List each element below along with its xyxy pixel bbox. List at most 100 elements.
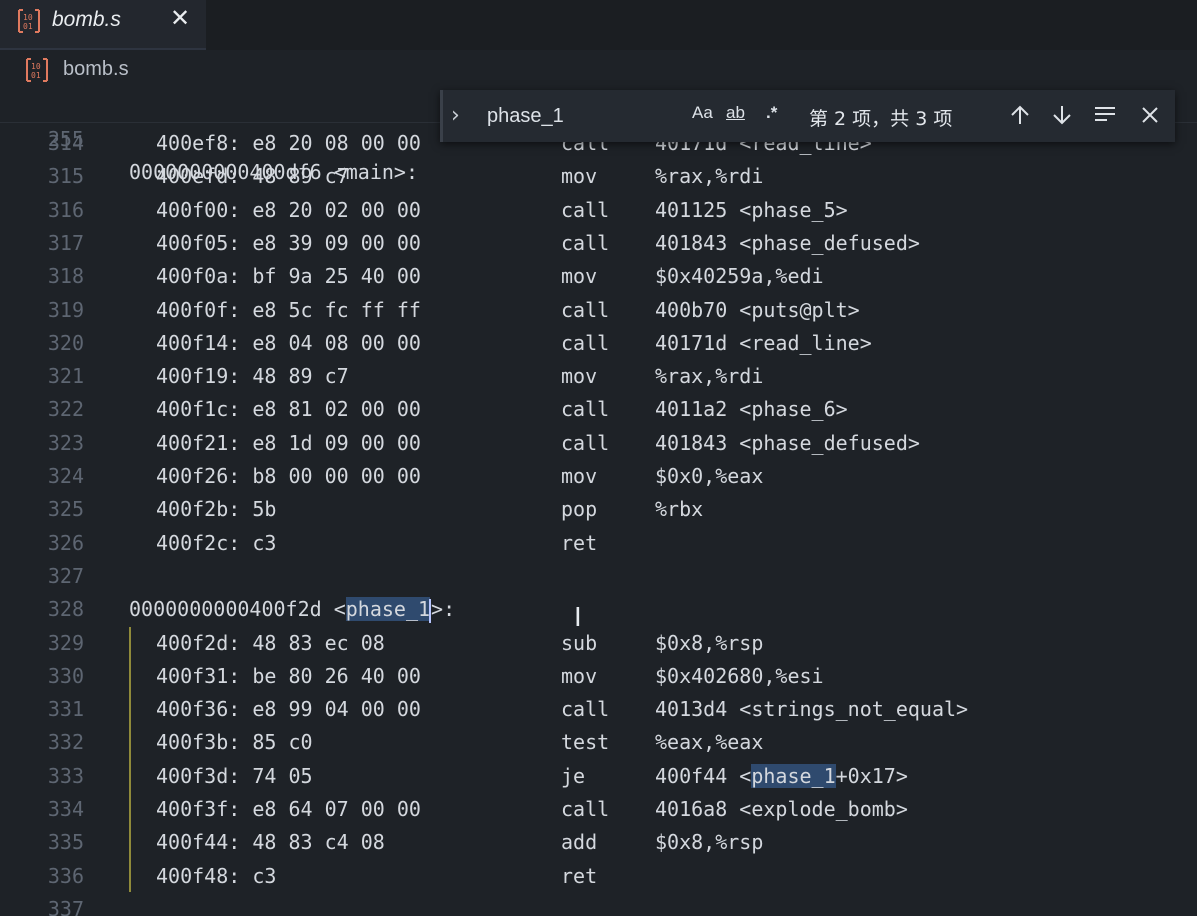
instruction-bytes: 400f2b: 5b (156, 497, 277, 522)
instruction-mnemonic: ret (561, 530, 598, 555)
instruction-bytes: 400f21: e8 1d 09 00 00 (156, 430, 421, 455)
instruction-mnemonic: call (561, 330, 610, 355)
text-cursor-icon: I (574, 603, 582, 633)
instruction-operand: 401125 <phase_5> (655, 197, 848, 222)
line-number: 327 (47, 563, 84, 588)
code-line: 323 400f21: e8 1d 09 00 00 call 401843 <pha… (0, 427, 1197, 460)
line-number: 328 (47, 597, 84, 622)
code-line: 334 400f3f: e8 64 07 00 00 call 4016a8 <exp… (0, 793, 1197, 826)
instruction-mnemonic: call (561, 430, 610, 455)
line-number: 326 (47, 530, 84, 555)
instruction-operand: $0x8,%rsp (655, 630, 764, 655)
code-line: 337 (0, 893, 1197, 916)
instruction-operand: 4013d4 <strings_not_equal> (655, 697, 969, 722)
function-label: 0000000000400f2d <phase_1>: (129, 597, 456, 623)
instruction-operand: $0x0,%eax (655, 464, 764, 488)
match-case-toggle[interactable]: Aa (692, 103, 713, 123)
instruction-bytes: 400f00: e8 20 02 00 00 (156, 197, 421, 222)
line-number: 330 (47, 663, 84, 688)
tab-bar: 10 01 bomb.s ✕ (0, 0, 1197, 50)
code-line: 329 400f2d: 48 83 ec 08 sub $0x8,%rsp (0, 627, 1197, 660)
svg-text:01: 01 (31, 71, 41, 80)
line-number: 321 (47, 364, 84, 389)
breadcrumb-file[interactable]: bomb.s (63, 58, 129, 81)
instruction-bytes: 400f3f: e8 64 07 00 00 (156, 797, 421, 821)
instruction-operand: 400f44 <phase_1+0x17> (655, 763, 908, 788)
line-number: 329 (47, 630, 84, 655)
code-line: 324 400f26: b8 00 00 00 00 mov $0x0,%eax (0, 460, 1197, 493)
code-editor[interactable]: 314 400ef8: e8 20 08 00 00 call 40171d <rea… (0, 90, 1197, 916)
instruction-mnemonic: test (561, 730, 610, 755)
instruction-operand: 401843 <phase_defused> (655, 430, 920, 455)
instruction-operand: $0x40259a,%edi (655, 264, 824, 289)
line-number: 324 (47, 464, 84, 488)
line-number: 337 (47, 896, 84, 916)
close-icon[interactable]: ✕ (170, 4, 190, 32)
instruction-operand: 40171d <read_line> (655, 330, 872, 355)
code-line: 316 400f00: e8 20 02 00 00 call 401125 <pha… (0, 194, 1197, 227)
code-line: 331 400f36: e8 99 04 00 00 call 4013d4 <str… (0, 693, 1197, 726)
instruction-bytes: 400f48: c3 (156, 863, 277, 888)
find-input[interactable] (477, 98, 797, 134)
instruction-mnemonic: je (561, 763, 586, 788)
instruction-mnemonic: call (561, 197, 610, 222)
line-number: 322 (47, 397, 84, 422)
instruction-bytes: 400f05: e8 39 09 00 00 (156, 230, 421, 255)
instruction-operand: %eax,%eax (655, 730, 764, 755)
code-line: 321 400f19: 48 89 c7 mov %rax,%rdi (0, 360, 1197, 393)
code-text: 0000000000400df6 <main>: (129, 160, 418, 184)
code-line: 320 400f14: e8 04 08 00 00 call 40171d <rea… (0, 327, 1197, 360)
instruction-operand: $0x8,%rsp (655, 830, 764, 855)
instruction-mnemonic: add (561, 830, 598, 855)
line-number: 335 (47, 830, 84, 855)
code-line: 318 400f0a: bf 9a 25 40 00 mov $0x40259a,%e… (0, 260, 1197, 293)
line-number: 255 (47, 127, 84, 151)
instruction-bytes: 400f0f: e8 5c fc ff ff (156, 297, 421, 322)
code-line: 325 400f2b: 5b pop %rbx (0, 493, 1197, 526)
code-line: 322 400f1c: e8 81 02 00 00 call 4011a2 <pha… (0, 393, 1197, 426)
instruction-operand: %rax,%rdi (655, 164, 764, 189)
search-match: phase_1 (751, 763, 836, 788)
line-number: 325 (47, 497, 84, 522)
code-line: 327 (0, 560, 1197, 593)
line-number: 319 (47, 297, 84, 322)
code-line: 317 400f05: e8 39 09 00 00 call 401843 <pha… (0, 227, 1197, 260)
instruction-operand: $0x402680,%esi (655, 663, 824, 688)
instruction-operand: 401843 <phase_defused> (655, 230, 920, 255)
svg-text:01: 01 (23, 22, 33, 31)
instruction-operand: %rbx (655, 497, 704, 522)
instruction-bytes: 400f0a: bf 9a 25 40 00 (156, 264, 421, 289)
code-line: 328 0000000000400f2d <phase_1>: (0, 593, 1197, 626)
close-icon[interactable] (1133, 98, 1167, 132)
code-line: 330 400f31: be 80 26 40 00 mov $0x402680,%e… (0, 660, 1197, 693)
instruction-operand: 4016a8 <explode_bomb> (655, 797, 908, 821)
instruction-bytes: 400f36: e8 99 04 00 00 (156, 697, 421, 722)
chevron-right-icon[interactable]: › (451, 103, 460, 128)
text-cursor (429, 598, 432, 623)
line-number: 320 (47, 330, 84, 355)
tab-bomb-s[interactable]: 10 01 bomb.s ✕ (0, 0, 206, 50)
arrow-down-icon[interactable] (1045, 98, 1079, 132)
svg-text:10: 10 (31, 62, 41, 71)
instruction-mnemonic: call (561, 397, 610, 422)
code-line: 326 400f2c: c3 ret (0, 527, 1197, 560)
instruction-mnemonic: ret (561, 863, 598, 888)
indent-guide (129, 627, 131, 892)
instruction-mnemonic: mov (561, 364, 598, 389)
whole-word-toggle[interactable]: ab (726, 103, 745, 123)
binary-file-icon: 10 01 (24, 57, 50, 87)
code-line: 335 400f44: 48 83 c4 08 add $0x8,%rsp (0, 826, 1197, 859)
search-match-current: phase_1 (345, 597, 431, 622)
line-number: 318 (47, 264, 84, 289)
instruction-bytes: 400f19: 48 89 c7 (156, 364, 349, 389)
find-in-selection-icon[interactable] (1088, 98, 1122, 132)
regex-toggle[interactable]: .* (766, 103, 777, 123)
line-number: 317 (47, 230, 84, 255)
instruction-bytes: 400f26: b8 00 00 00 00 (156, 464, 421, 488)
match-count: 第 2 项，共 3 项 (809, 108, 953, 130)
line-number: 334 (47, 797, 84, 821)
line-number: 333 (47, 763, 84, 788)
instruction-mnemonic: call (561, 697, 610, 722)
arrow-up-icon[interactable] (1003, 98, 1037, 132)
instruction-mnemonic: pop (561, 497, 598, 522)
